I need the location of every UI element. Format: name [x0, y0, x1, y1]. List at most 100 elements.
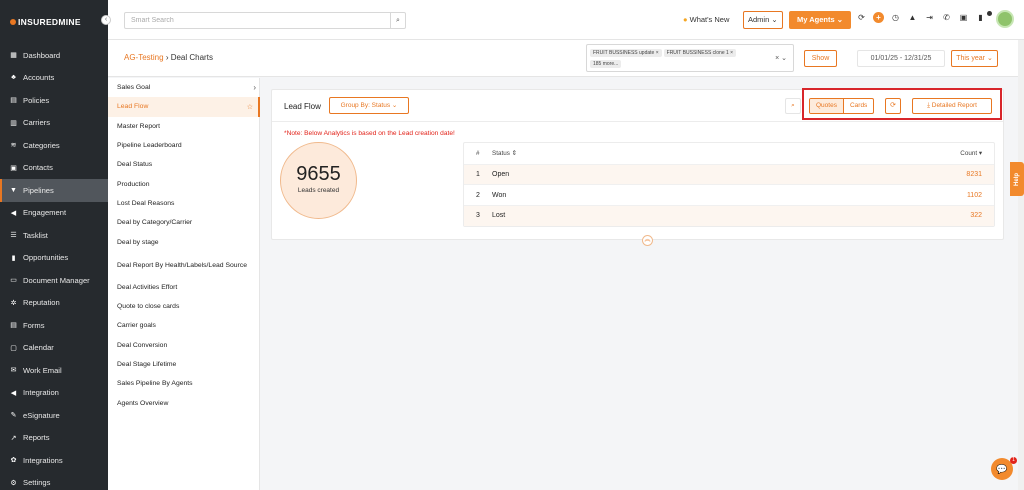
search-icon[interactable]: ⌕	[785, 98, 801, 114]
sidebar-item-tasklist[interactable]: ☰ Tasklist	[0, 224, 108, 247]
group-by-select[interactable]: Group By: Status ⌄	[329, 97, 409, 114]
leads-total-circle: 9655 Leads created	[280, 142, 357, 219]
help-tab[interactable]: Help	[1010, 162, 1024, 196]
report-item[interactable]: Deal Report By Health/Labels/Lead Source	[108, 252, 259, 278]
report-item[interactable]: Deal Stage Lifetime	[108, 355, 259, 374]
filter-more[interactable]: 185 more...	[590, 60, 622, 68]
report-item[interactable]: Deal Activities Effort	[108, 278, 259, 297]
sidebar-item-label: Accounts	[23, 73, 55, 83]
sidebar-item-settings[interactable]: ⚙ Settings	[0, 472, 108, 490]
row-index: 3	[476, 212, 480, 220]
logout-icon[interactable]: ⇥	[924, 12, 935, 23]
report-item-label: Deal Report By Health/Labels/Lead Source	[117, 262, 247, 270]
row-count[interactable]: 322	[934, 212, 994, 219]
filter-tag-label: FRUIT BUSSINESS update	[593, 50, 655, 56]
show-button[interactable]: Show	[804, 50, 837, 67]
add-icon[interactable]: +	[873, 12, 884, 23]
row-status: Lost	[492, 212, 506, 220]
row-count[interactable]: 1102	[934, 192, 994, 199]
header-status[interactable]: Status ⇕	[492, 150, 934, 157]
header-count[interactable]: Count ▾	[934, 150, 994, 157]
report-item[interactable]: Deal by stage	[108, 232, 259, 251]
mobile-icon[interactable]: ▮	[975, 12, 986, 23]
report-item[interactable]: Master Report	[108, 117, 259, 136]
sidebar-item-contacts[interactable]: ▣ Contacts	[0, 157, 108, 180]
search-input[interactable]	[125, 13, 385, 28]
report-item[interactable]: Agents Overview	[108, 393, 259, 412]
bell-icon[interactable]: ▲	[907, 12, 918, 23]
sidebar-item-esignature[interactable]: ✎ eSignature	[0, 404, 108, 427]
sidebar-item-dashboard[interactable]: ▦ Dashboard	[0, 44, 108, 67]
chip-icon[interactable]: ▣	[958, 12, 969, 23]
sidebar-item-pipelines[interactable]: ▼ Pipelines	[0, 179, 108, 202]
sidebar-item-label: Pipelines	[23, 185, 54, 195]
highlight-annotation	[802, 88, 1002, 120]
report-item[interactable]: Deal Conversion	[108, 336, 259, 355]
my-agents-button[interactable]: My Agents ⌄	[789, 11, 851, 29]
search-icon[interactable]: ⌕	[390, 13, 405, 28]
sidebar-item-label: Integration	[23, 388, 59, 398]
sidebar-item-work-email[interactable]: ✉ Work Email	[0, 359, 108, 382]
report-item[interactable]: Quote to close cards	[108, 297, 259, 316]
report-item[interactable]: Production	[108, 174, 259, 193]
clock-icon[interactable]: ◷	[890, 12, 901, 23]
report-item[interactable]: Sales Pipeline By Agents	[108, 374, 259, 393]
logo: INSUREDMINE	[0, 0, 108, 44]
chevron-right-icon[interactable]: ›	[253, 83, 256, 92]
sidebar-item-opportunities[interactable]: ▮ Opportunities	[0, 247, 108, 270]
filter-tag[interactable]: FRUIT BUSSINESS update ×	[590, 49, 662, 57]
filter-tag[interactable]: FRUIT BUSSINESS clone 1 ×	[663, 49, 737, 57]
date-range-field[interactable]: 01/01/25 - 12/31/25	[857, 50, 945, 67]
report-item[interactable]: Sales Goal ›	[108, 78, 259, 97]
report-item[interactable]: Pipeline Leaderboard	[108, 136, 259, 155]
sidebar-item-calendar[interactable]: ▢ Calendar	[0, 337, 108, 360]
sidebar-item-reputation[interactable]: ✲ Reputation	[0, 292, 108, 315]
avatar[interactable]	[996, 10, 1014, 28]
sidebar-item-accounts[interactable]: ♣ Accounts	[0, 67, 108, 90]
report-item-label: Deal by stage	[117, 238, 159, 246]
sidebar-item-label: Policies	[23, 95, 50, 105]
breadcrumb-current: Deal Charts	[170, 53, 213, 62]
row-index: 1	[476, 171, 480, 179]
whats-new-link[interactable]: ● What's New	[683, 15, 729, 24]
pipeline-filter[interactable]: FRUIT BUSSINESS update × FRUIT BUSSINESS …	[586, 44, 794, 72]
table-row[interactable]: 1 Open 8231	[464, 163, 994, 185]
star-icon[interactable]: ☆	[247, 103, 253, 111]
report-item[interactable]: Lead Flow ☆	[108, 97, 260, 117]
row-count[interactable]: 8231	[934, 171, 994, 178]
period-select[interactable]: This year ⌄	[951, 50, 998, 67]
report-item[interactable]: Lost Deal Reasons	[108, 194, 259, 213]
chevron-down-icon: ⌄	[986, 55, 993, 62]
sidebar-item-label: Calendar	[23, 343, 54, 353]
sidebar-item-document-manager[interactable]: ▭ Document Manager	[0, 269, 108, 292]
chevron-down-icon: ⌄	[771, 15, 778, 24]
sidebar-item-reports[interactable]: ↗ Reports	[0, 427, 108, 450]
funnel-icon: ▼	[10, 186, 17, 194]
report-item[interactable]: Deal Status	[108, 155, 259, 174]
sidebar-item-integrations[interactable]: ✿ Integrations	[0, 449, 108, 472]
phone-icon[interactable]: ✆	[941, 12, 952, 23]
scrollbar[interactable]	[1018, 40, 1024, 490]
sidebar-item-carriers[interactable]: ▥ Carriers	[0, 112, 108, 135]
gears-icon: ✿	[10, 457, 17, 465]
expand-icon[interactable]: ︽	[642, 235, 653, 246]
breadcrumb-parent[interactable]: AG-Testing	[124, 53, 164, 62]
sidebar-item-forms[interactable]: ▤ Forms	[0, 314, 108, 337]
admin-select[interactable]: Admin ⌄	[743, 11, 783, 29]
sidebar-collapse-button[interactable]: ‹	[101, 15, 111, 25]
sidebar-item-categories[interactable]: ≋ Categories	[0, 134, 108, 157]
report-item-label: Lead Flow	[117, 103, 149, 111]
chat-badge: 1	[1010, 457, 1017, 464]
report-item[interactable]: Carrier goals	[108, 316, 259, 335]
sidebar-item-engagement[interactable]: ◀ Engagement	[0, 202, 108, 225]
table-row[interactable]: 2 Won 1102	[464, 184, 994, 205]
megaphone-icon: ◀	[10, 389, 17, 397]
sidebar-item-integration[interactable]: ◀ Integration	[0, 382, 108, 405]
table-row[interactable]: 3 Lost 322	[464, 205, 994, 226]
sidebar: INSUREDMINE ▦ Dashboard ♣ Accounts ▤ Policies…	[0, 0, 108, 490]
sidebar-item-policies[interactable]: ▤ Policies	[0, 89, 108, 112]
report-item[interactable]: Deal by Category/Carrier	[108, 213, 259, 232]
sub-header: AG-Testing › Deal Charts FRUIT BUSSINESS…	[108, 40, 1024, 77]
clear-icon[interactable]: × ⌄	[775, 54, 787, 62]
sync-icon[interactable]: ⟳	[856, 12, 867, 23]
